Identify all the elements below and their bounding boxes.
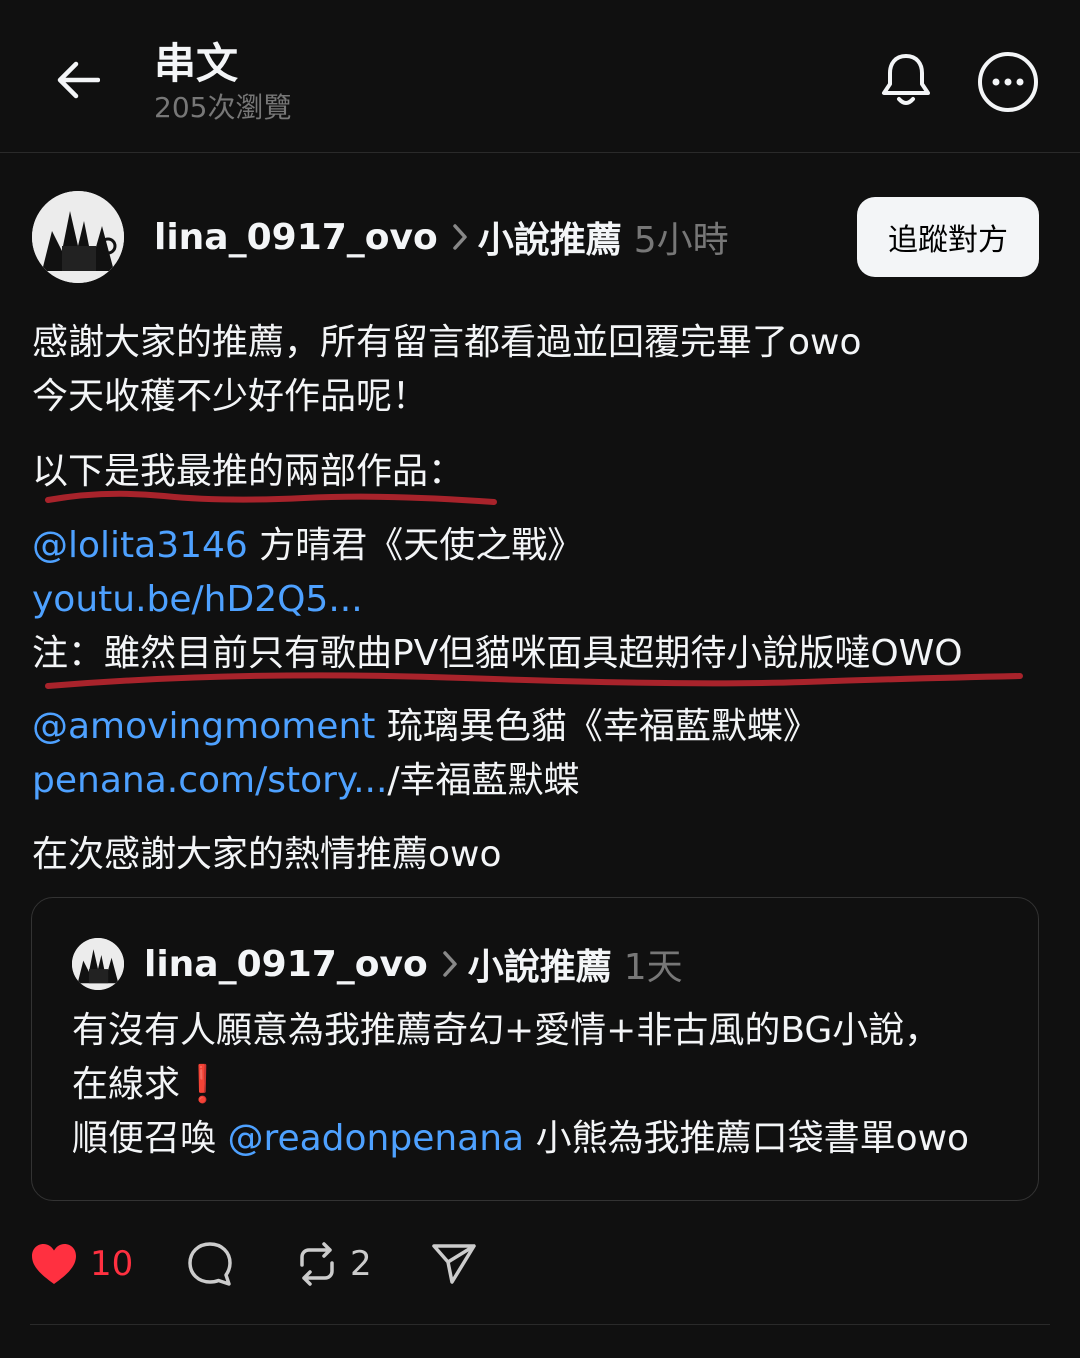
mention-link[interactable]: @readonpenana	[227, 1118, 524, 1159]
view-count: 205次瀏覽	[154, 91, 292, 124]
more-icon	[978, 52, 1038, 112]
post-line: @amovingmoment 琉璃異色貓《幸福藍默蝶》	[32, 700, 1052, 754]
quote-username[interactable]: lina_0917_ovo	[144, 944, 428, 985]
quote-time: 1天	[623, 947, 683, 988]
quote-line: 有沒有人願意為我推薦奇幻+愛情+非古風的BG小說，	[72, 1010, 941, 1051]
quote-line: 在線求❗	[72, 1058, 1032, 1112]
repost-icon	[300, 1242, 334, 1286]
post-line: @lolita3146 方晴君《天使之戰》	[32, 519, 1052, 573]
quoted-post[interactable]: lina_0917_ovo 小說推薦 1天 有沒有人願意為我推薦奇幻+愛情+非古…	[31, 897, 1039, 1201]
back-arrow-icon	[57, 61, 100, 99]
avatar[interactable]	[32, 191, 124, 283]
quote-text: 小熊為我推薦口袋書單owo	[524, 1118, 970, 1159]
bell-icon	[882, 54, 930, 105]
repost-count: 2	[350, 1244, 372, 1284]
quote-text: 在線求	[72, 1064, 181, 1105]
post-line: 今天收穫不少好作品呢！	[32, 376, 429, 417]
repost-button[interactable]: 2	[294, 1236, 372, 1292]
post-time: 5小時	[633, 220, 729, 261]
topic-tag[interactable]: 小說推薦	[478, 211, 622, 263]
post-line: penana.com/story.../幸福藍默蝶	[32, 754, 1052, 808]
mention-link[interactable]: @lolita3146	[32, 525, 248, 566]
url-link[interactable]: youtu.be/hD2Q5...	[32, 579, 363, 620]
more-options-button[interactable]	[976, 50, 1040, 114]
top-bar: 串文 205次瀏覽	[0, 0, 1080, 153]
post-text: /幸福藍默蝶	[387, 760, 580, 801]
comment-icon	[188, 1242, 232, 1286]
quote-topic-tag[interactable]: 小說推薦	[468, 938, 612, 990]
heart-icon	[32, 1244, 76, 1284]
like-button[interactable]: 10	[30, 1236, 133, 1292]
mention-link[interactable]: @amovingmoment	[32, 706, 375, 747]
username[interactable]: lina_0917_ovo	[154, 217, 438, 258]
post-header: lina_0917_ovo 小說推薦 5小時	[154, 210, 729, 264]
action-bar: 10 2	[0, 1236, 1080, 1296]
back-button[interactable]	[50, 52, 106, 108]
share-button[interactable]	[430, 1236, 478, 1292]
chevron-right-icon	[452, 223, 468, 251]
comment-button[interactable]	[186, 1236, 234, 1292]
share-icon	[432, 1244, 476, 1284]
exclamation-emoji: ❗	[180, 1064, 225, 1105]
post-line: youtu.be/hD2Q5...	[32, 573, 1052, 627]
post-line: 注：雖然目前只有歌曲PV但貓咪面具超期待小說版噠OWO	[32, 633, 963, 674]
post-line: 在次感謝大家的熱情推薦owo	[32, 834, 502, 875]
page-title: 串文	[154, 39, 239, 88]
like-count: 10	[90, 1244, 134, 1284]
notification-button[interactable]	[876, 50, 936, 110]
chevron-right-icon	[442, 950, 458, 978]
post-text: 方晴君《天使之戰》	[247, 525, 584, 566]
url-link[interactable]: penana.com/story...	[32, 760, 387, 801]
post-text: 琉璃異色貓《幸福藍默蝶》	[375, 706, 819, 747]
quote-header: lina_0917_ovo 小說推薦 1天	[144, 938, 683, 990]
quote-avatar[interactable]	[72, 938, 124, 990]
quote-text: 順便召喚	[72, 1118, 228, 1159]
divider	[30, 1324, 1050, 1325]
follow-button[interactable]: 追蹤對方	[857, 197, 1039, 277]
post-line: 感謝大家的推薦，所有留言都看過並回覆完畢了owo	[32, 322, 862, 363]
quote-line: 順便召喚 @readonpenana 小熊為我推薦口袋書單owo	[72, 1112, 1032, 1166]
post-line: 以下是我最推的兩部作品：	[32, 451, 465, 492]
